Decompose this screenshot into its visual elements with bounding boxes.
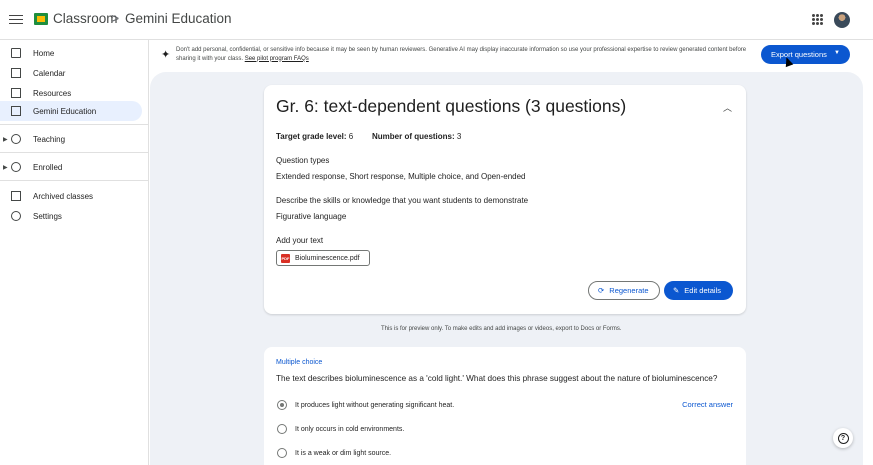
- sidebar-item-label: Settings: [33, 211, 62, 221]
- page-title: Gr. 6: text-dependent questions (3 quest…: [276, 96, 627, 116]
- option-text: It produces light without generating sig…: [295, 401, 455, 409]
- sidebar-item-resources[interactable]: Resources: [0, 83, 142, 103]
- sidebar-item-calendar[interactable]: Calendar: [0, 63, 142, 83]
- radio-checked-icon[interactable]: [277, 400, 287, 410]
- question-types-label: Question types: [276, 156, 330, 165]
- sidebar-item-teaching[interactable]: ▶ Teaching: [0, 129, 142, 149]
- sidebar-item-enrolled[interactable]: ▶ Enrolled: [0, 157, 142, 177]
- edit-details-label: Edit details: [684, 286, 721, 295]
- target-grade-value: 6: [348, 132, 354, 141]
- correct-answer-label: Correct answer: [682, 400, 733, 409]
- home-icon: [11, 48, 21, 58]
- top-bar: Classroom > Gemini Education: [0, 0, 873, 40]
- attached-file-chip[interactable]: PDF Bioluminescence.pdf: [276, 250, 370, 266]
- google-apps-icon[interactable]: [812, 14, 823, 25]
- enrolled-icon: [11, 162, 21, 172]
- main-menu-icon[interactable]: [9, 12, 23, 26]
- sidebar: Home Calendar Resources Gemini Education…: [0, 40, 149, 465]
- radio-icon[interactable]: [277, 424, 287, 434]
- question-types-value: Extended response, Short response, Multi…: [276, 172, 526, 181]
- option-text: It only occurs in cold environments.: [295, 425, 405, 433]
- archive-icon: [11, 191, 21, 201]
- edit-details-button[interactable]: ✎ Edit details: [664, 281, 733, 300]
- gemini-sparkle-icon: ✦: [161, 49, 171, 61]
- expand-caret-icon[interactable]: ▶: [3, 164, 8, 171]
- classroom-logo-icon[interactable]: [34, 13, 48, 25]
- skills-value: Figurative language: [276, 212, 347, 221]
- sidebar-item-label: Enrolled: [33, 162, 63, 172]
- file-name: Bioluminescence.pdf: [295, 254, 360, 262]
- sidebar-item-archived[interactable]: Archived classes: [0, 186, 142, 206]
- classroom-app: Classroom > Gemini Education Home Calend…: [0, 0, 873, 465]
- answer-option[interactable]: It is a weak or dim light source.: [277, 448, 391, 458]
- ai-disclaimer: Don't add personal, confidential, or sen…: [176, 46, 756, 63]
- pdf-icon: PDF: [281, 253, 290, 263]
- sidebar-divider: [0, 124, 148, 125]
- skills-label: Describe the skills or knowledge that yo…: [276, 196, 529, 205]
- regenerate-label: Regenerate: [609, 286, 649, 295]
- answer-option[interactable]: It only occurs in cold environments.: [277, 424, 404, 434]
- breadcrumb-course[interactable]: Gemini Education: [125, 11, 232, 26]
- breadcrumb-separator-icon: >: [111, 10, 120, 26]
- sidebar-item-label: Teaching: [33, 134, 66, 144]
- sidebar-item-label: Archived classes: [33, 191, 94, 201]
- breadcrumb-app[interactable]: Classroom: [53, 11, 118, 26]
- sidebar-divider: [0, 152, 148, 153]
- export-questions-button[interactable]: Export questions ▼: [761, 45, 850, 64]
- refresh-icon: ⟳: [598, 286, 605, 295]
- resources-icon: [11, 88, 21, 98]
- calendar-icon: [11, 68, 21, 78]
- sidebar-item-label: Gemini Education: [33, 106, 97, 116]
- dropdown-arrow-icon: ▼: [834, 50, 840, 56]
- expand-caret-icon[interactable]: ▶: [3, 136, 8, 143]
- class-icon: [11, 106, 21, 116]
- question-text: The text describes bioluminescence as a …: [276, 374, 718, 383]
- count-row: Number of questions: 3: [372, 132, 461, 141]
- answer-option[interactable]: It produces light without generating sig…: [277, 400, 454, 410]
- preview-note: This is for preview only. To make edits …: [381, 326, 622, 332]
- add-text-label: Add your text: [276, 236, 324, 245]
- sidebar-item-home[interactable]: Home: [0, 43, 142, 63]
- sidebar-item-settings[interactable]: Settings: [0, 206, 142, 226]
- sidebar-item-gemini-education[interactable]: Gemini Education: [0, 101, 142, 121]
- chevron-up-icon[interactable]: ︿: [723, 101, 732, 114]
- radio-icon[interactable]: [277, 448, 287, 458]
- settings-icon: [11, 211, 21, 221]
- question-type-label: Multiple choice: [276, 359, 323, 366]
- export-button-label: Export questions: [771, 50, 827, 59]
- question-card: Multiple choice The text describes biolu…: [264, 347, 746, 465]
- pilot-faq-link[interactable]: See pilot program FAQs: [245, 56, 309, 62]
- sidebar-item-label: Home: [33, 48, 55, 58]
- num-questions-value: 3: [456, 132, 462, 141]
- option-text: It is a weak or dim light source.: [295, 449, 392, 457]
- num-questions-label: Number of questions:: [372, 132, 455, 141]
- question-set-details-card: Gr. 6: text-dependent questions (3 quest…: [264, 85, 746, 314]
- target-grade-label: Target grade level:: [276, 132, 347, 141]
- help-button[interactable]: ?: [833, 428, 853, 448]
- help-icon: ?: [837, 432, 849, 444]
- avatar[interactable]: [834, 12, 850, 28]
- pencil-icon: ✎: [673, 286, 680, 295]
- regenerate-button[interactable]: ⟳ Regenerate: [588, 281, 660, 300]
- grade-row: Target grade level: 6: [276, 132, 353, 141]
- teaching-icon: [11, 134, 21, 144]
- sidebar-divider: [0, 180, 148, 181]
- sidebar-item-label: Resources: [33, 88, 72, 98]
- sidebar-item-label: Calendar: [33, 68, 66, 78]
